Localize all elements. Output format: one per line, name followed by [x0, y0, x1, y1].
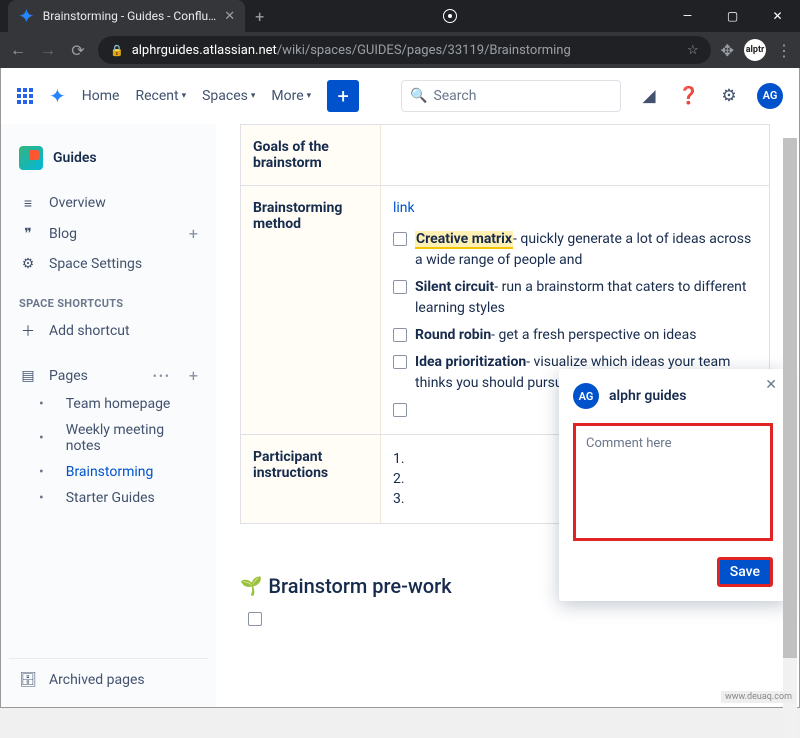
checkbox[interactable]	[248, 612, 262, 626]
create-button[interactable]: +	[327, 80, 359, 112]
watermark: www.deuaq.com	[721, 691, 796, 703]
gear-icon: ⚙	[19, 255, 37, 273]
comment-popup: ✕ AG alphr guides Save	[559, 369, 787, 601]
browser-tab[interactable]: ✦ Brainstorming - Guides - Conflu… ✕	[8, 0, 245, 32]
overview-icon: ≡	[19, 194, 37, 212]
checkbox[interactable]	[393, 280, 407, 294]
add-page-icon[interactable]: +	[189, 366, 198, 385]
sidebar-archived[interactable]: 🗄Archived pages	[9, 665, 208, 695]
nav-home[interactable]: Home	[82, 88, 120, 104]
close-icon[interactable]: ✕	[765, 377, 777, 393]
checkbox[interactable]	[393, 232, 407, 246]
browser-menu-icon[interactable]: ⋮	[776, 41, 792, 60]
cell[interactable]	[381, 125, 770, 186]
row-label: Participant instructions	[241, 435, 381, 524]
app-topnav: ✦ Home Recent▾ Spaces▾ More▾ + 🔍 Search …	[1, 68, 799, 124]
page-tree-item[interactable]: Starter Guides	[29, 485, 208, 511]
app-switcher-icon[interactable]	[17, 88, 33, 104]
tab-title: Brainstorming - Guides - Conflu…	[43, 9, 216, 23]
page-tree-item-active[interactable]: Brainstorming	[29, 459, 208, 485]
minimize-button[interactable]: —	[665, 0, 710, 32]
nav-more[interactable]: More▾	[271, 88, 311, 104]
author-name: alphr guides	[609, 388, 686, 404]
save-button[interactable]: Save	[717, 557, 773, 587]
search-icon: 🔍	[410, 88, 427, 104]
user-avatar[interactable]: AG	[757, 83, 783, 109]
more-icon[interactable]: •••	[153, 369, 171, 383]
chevron-down-icon: ▾	[251, 91, 256, 101]
sidebar: Guides ≡Overview ❞Blog+ ⚙Space Settings …	[1, 124, 216, 707]
confluence-logo-icon[interactable]: ✦	[49, 84, 66, 108]
close-window-button[interactable]: ✕	[755, 0, 800, 32]
page-tree-item[interactable]: Team homepage	[29, 391, 208, 417]
main-content: Goals of the brainstorm Brainstorming me…	[216, 124, 799, 707]
archive-icon: 🗄	[19, 671, 37, 689]
row-label: Goals of the brainstorm	[241, 125, 381, 186]
checklist-item[interactable]: Silent circuit- run a brainstorm that ca…	[393, 274, 757, 322]
chevron-down-icon: ▾	[182, 91, 187, 101]
row-label: Brainstorming method	[241, 186, 381, 435]
pages-icon: ▤	[19, 367, 37, 385]
chevron-down-icon: ▾	[307, 91, 312, 101]
recording-indicator-icon[interactable]	[443, 9, 457, 23]
page-tree-item[interactable]: Weekly meeting notes	[29, 417, 208, 459]
reload-button[interactable]: ⟳	[68, 41, 88, 60]
sidebar-add-shortcut[interactable]: ＋Add shortcut	[9, 316, 208, 346]
seedling-icon: 🌱	[240, 576, 262, 597]
close-tab-icon[interactable]: ✕	[224, 9, 235, 24]
settings-icon[interactable]: ⚙	[717, 86, 741, 106]
extensions-icon[interactable]: ✥	[721, 41, 734, 60]
add-icon[interactable]: +	[189, 224, 198, 243]
avatar: AG	[573, 383, 599, 409]
blog-icon: ❞	[19, 225, 37, 243]
space-icon	[19, 146, 43, 170]
checkbox[interactable]	[393, 355, 407, 369]
lock-icon: 🔒	[110, 44, 124, 57]
scrollbar[interactable]	[783, 138, 797, 738]
nav-recent[interactable]: Recent▾	[135, 88, 186, 104]
search-placeholder: Search	[433, 88, 476, 104]
space-header[interactable]: Guides	[9, 136, 208, 188]
shortcuts-label: SPACE SHORTCUTS	[9, 279, 208, 316]
back-button[interactable]: ←	[8, 40, 28, 60]
help-icon[interactable]: ❓	[677, 86, 701, 106]
new-tab-button[interactable]: +	[245, 7, 274, 26]
maximize-button[interactable]: ▢	[710, 0, 755, 32]
highlighted-text: Creative matrix	[415, 231, 513, 249]
notifications-icon[interactable]: ◢	[637, 86, 661, 106]
checklist-item[interactable]: Round robin- get a fresh perspective on …	[393, 322, 757, 349]
search-input[interactable]: 🔍 Search	[401, 80, 621, 112]
plus-icon: ＋	[19, 322, 37, 340]
forward-button[interactable]: →	[38, 40, 58, 60]
url-host: alphrguides.atlassian.net	[132, 43, 277, 58]
scrollbar-thumb[interactable]	[783, 138, 797, 658]
nav-spaces[interactable]: Spaces▾	[202, 88, 255, 104]
comment-textarea[interactable]	[573, 423, 773, 541]
window-titlebar: ✦ Brainstorming - Guides - Conflu… ✕ + —…	[0, 0, 800, 32]
address-bar[interactable]: 🔒 alphrguides.atlassian.net/wiki/spaces/…	[98, 36, 711, 64]
browser-toolbar: ← → ⟳ 🔒 alphrguides.atlassian.net/wiki/s…	[0, 32, 800, 68]
sidebar-overview[interactable]: ≡Overview	[9, 188, 208, 218]
profile-avatar[interactable]: alptr	[744, 39, 766, 61]
sidebar-pages[interactable]: ▤Pages•••+	[9, 360, 208, 391]
sidebar-space-settings[interactable]: ⚙Space Settings	[9, 249, 208, 279]
sidebar-blog[interactable]: ❞Blog+	[9, 218, 208, 249]
checkbox[interactable]	[393, 328, 407, 342]
checklist-item[interactable]: Creative matrix- quickly generate a lot …	[393, 226, 757, 274]
space-name: Guides	[53, 150, 97, 166]
url-path: /wiki/spaces/GUIDES/pages/33119/Brainsto…	[277, 43, 571, 58]
bookmark-icon[interactable]: ☆	[687, 43, 699, 58]
method-link[interactable]: link	[393, 200, 415, 216]
checkbox[interactable]	[393, 403, 407, 417]
confluence-icon: ✦	[18, 4, 35, 28]
comment-author: AG alphr guides	[573, 383, 773, 409]
